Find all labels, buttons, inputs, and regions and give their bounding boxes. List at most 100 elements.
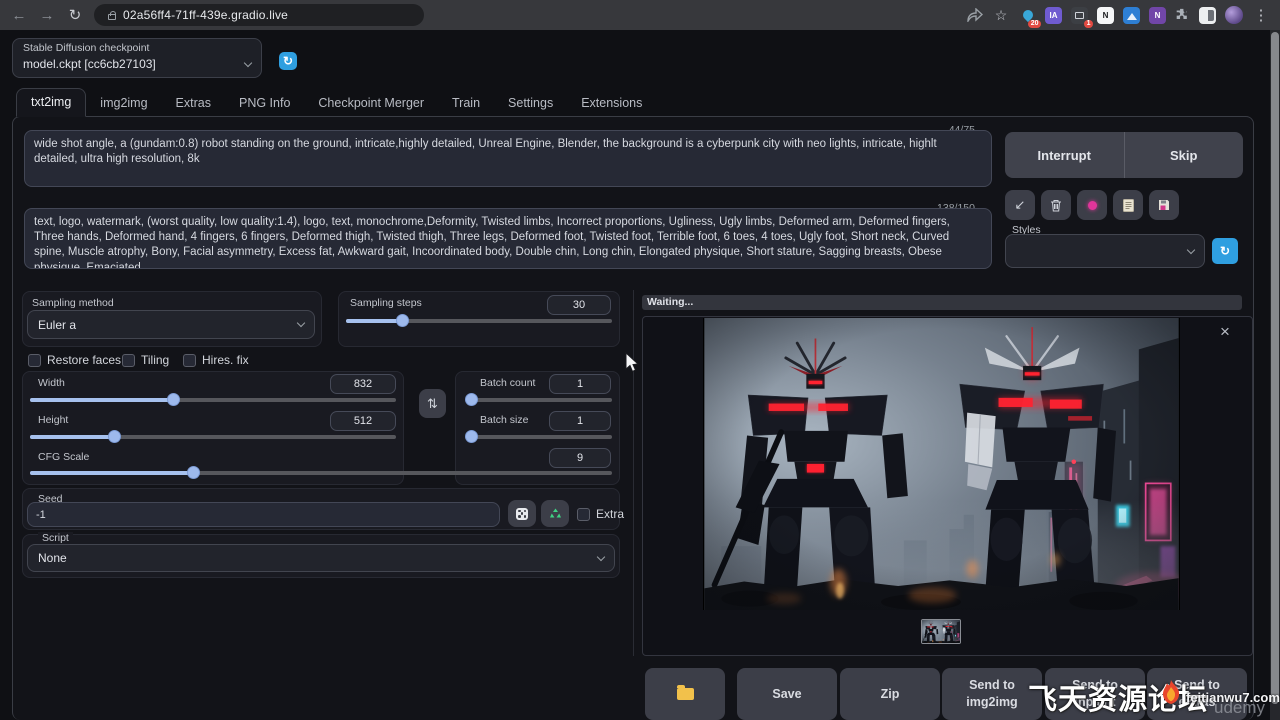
- checkpoint-dropdown[interactable]: Stable Diffusion checkpoint model.ckpt […: [12, 38, 262, 78]
- hires-fix-checkbox[interactable]: Hires. fix: [183, 353, 249, 367]
- wallpaper-extension-icon[interactable]: [1123, 7, 1140, 24]
- clipboard-icon: [1123, 199, 1134, 212]
- batch-size-slider[interactable]: [465, 435, 612, 439]
- swap-icon: ⇅: [427, 396, 438, 412]
- ia-extension-icon[interactable]: IA: [1045, 7, 1062, 24]
- progress-status: Waiting...: [647, 296, 693, 308]
- back-icon[interactable]: ←: [10, 7, 28, 24]
- pink-dot-icon: [1088, 201, 1097, 210]
- clear-prompt-button[interactable]: [1041, 190, 1071, 220]
- paste-params-button[interactable]: ↙: [1005, 190, 1035, 220]
- swap-dimensions-button[interactable]: ⇅: [419, 389, 446, 418]
- generate-actions: Interrupt Skip: [1005, 132, 1243, 178]
- zip-button[interactable]: Zip: [840, 668, 940, 720]
- batch-count-value[interactable]: 1: [549, 374, 611, 394]
- restore-faces-checkbox[interactable]: Restore faces: [28, 353, 121, 367]
- height-slider[interactable]: [30, 435, 396, 439]
- script-label: Script: [38, 532, 73, 544]
- scrollbar-thumb[interactable]: [1271, 32, 1279, 704]
- page-scrollbar[interactable]: [1270, 30, 1280, 720]
- generated-image[interactable]: [703, 318, 1180, 610]
- sampling-method-dropdown[interactable]: Euler a: [27, 310, 315, 339]
- slider-knob[interactable]: [465, 430, 478, 443]
- styles-refresh-button[interactable]: ↻: [1212, 238, 1238, 264]
- checkpoint-refresh-button[interactable]: ↻: [279, 52, 297, 70]
- negative-prompt-input[interactable]: text, logo, watermark, (worst quality, l…: [24, 208, 992, 269]
- recycle-icon: [549, 508, 562, 520]
- folder-icon: [677, 688, 694, 700]
- slider-knob[interactable]: [396, 314, 409, 327]
- sampling-method-value: Euler a: [38, 318, 76, 332]
- tab-extensions[interactable]: Extensions: [567, 90, 656, 117]
- sampling-steps-slider[interactable]: [346, 319, 612, 323]
- close-icon[interactable]: ×: [1220, 322, 1230, 342]
- pin-extension-icon[interactable]: 20: [1019, 7, 1036, 24]
- slider-knob[interactable]: [167, 393, 180, 406]
- send-to-img2img-button[interactable]: Send to img2img: [942, 668, 1042, 720]
- sampling-steps-value[interactable]: 30: [547, 295, 611, 315]
- address-bar[interactable]: 02a56ff4-71ff-439e.gradio.live: [94, 4, 424, 26]
- capture-extension-icon[interactable]: 1: [1071, 7, 1088, 24]
- tab-settings[interactable]: Settings: [494, 90, 567, 117]
- random-seed-button[interactable]: [508, 500, 536, 527]
- share-icon[interactable]: [967, 8, 983, 22]
- width-value[interactable]: 832: [330, 374, 396, 394]
- checkbox-icon: [122, 354, 135, 367]
- forward-icon[interactable]: →: [38, 7, 56, 24]
- trash-icon: [1050, 199, 1062, 212]
- save-button[interactable]: Save: [737, 668, 837, 720]
- reuse-seed-button[interactable]: [541, 500, 569, 527]
- flame-icon: [1156, 678, 1186, 708]
- script-dropdown[interactable]: None: [27, 544, 615, 572]
- tab-checkpoint-merger[interactable]: Checkpoint Merger: [304, 90, 438, 117]
- capture-badge: 1: [1084, 20, 1093, 28]
- cfg-value[interactable]: 9: [549, 448, 611, 468]
- slider-knob[interactable]: [187, 466, 200, 479]
- watermark-brand: udemy: [1214, 698, 1265, 718]
- prompt-input[interactable]: wide shot angle, a (gundam:0.8) robot st…: [24, 130, 992, 187]
- extra-seed-checkbox[interactable]: Extra: [577, 507, 624, 521]
- bookmark-star-icon[interactable]: ☆: [992, 7, 1010, 24]
- tab-png-info[interactable]: PNG Info: [225, 90, 304, 117]
- side-panel-icon[interactable]: [1199, 7, 1216, 24]
- tab-train[interactable]: Train: [438, 90, 494, 117]
- slider-knob[interactable]: [108, 430, 121, 443]
- styles-dropdown[interactable]: [1005, 234, 1205, 268]
- lock-icon: [108, 14, 116, 20]
- tab-extras[interactable]: Extras: [162, 90, 225, 117]
- refresh-icon: ↻: [283, 54, 293, 68]
- puzzle-icon[interactable]: [1175, 8, 1190, 23]
- tab-bar: txt2img img2img Extras PNG Info Checkpoi…: [16, 90, 656, 117]
- batch-size-label: Batch size: [480, 414, 528, 426]
- tab-img2img[interactable]: img2img: [86, 90, 161, 117]
- width-label: Width: [38, 377, 65, 389]
- tab-txt2img[interactable]: txt2img: [16, 88, 86, 117]
- dice-icon: [516, 508, 528, 520]
- reload-icon[interactable]: ↻: [66, 6, 84, 24]
- gallery-thumbnail[interactable]: [921, 619, 961, 644]
- batch-count-slider[interactable]: [465, 398, 612, 402]
- save-style-button[interactable]: [1149, 190, 1179, 220]
- column-divider: [633, 290, 634, 656]
- slider-knob[interactable]: [465, 393, 478, 406]
- skip-button[interactable]: Skip: [1125, 132, 1244, 178]
- checkbox-icon: [577, 508, 590, 521]
- seed-input[interactable]: [27, 502, 500, 527]
- batch-size-value[interactable]: 1: [549, 411, 611, 431]
- height-value[interactable]: 512: [330, 411, 396, 431]
- onenote-extension-icon[interactable]: N: [1149, 7, 1166, 24]
- width-slider[interactable]: [30, 398, 396, 402]
- extra-networks-button[interactable]: [1077, 190, 1107, 220]
- sampling-method-label: Sampling method: [32, 297, 114, 309]
- arrow-down-left-icon: ↙: [1015, 197, 1026, 213]
- interrupt-button[interactable]: Interrupt: [1005, 132, 1124, 178]
- tiling-checkbox[interactable]: Tiling: [122, 353, 169, 367]
- cfg-slider[interactable]: [30, 471, 612, 475]
- browser-toolbar: ← → ↻ 02a56ff4-71ff-439e.gradio.live ☆ 2…: [0, 0, 1280, 30]
- notion-extension-icon[interactable]: N: [1097, 7, 1114, 24]
- open-folder-button[interactable]: [645, 668, 725, 720]
- menu-icon[interactable]: ⋮: [1252, 6, 1270, 24]
- apply-style-button[interactable]: [1113, 190, 1143, 220]
- profile-avatar[interactable]: [1225, 6, 1243, 24]
- chevron-down-icon: [597, 552, 605, 560]
